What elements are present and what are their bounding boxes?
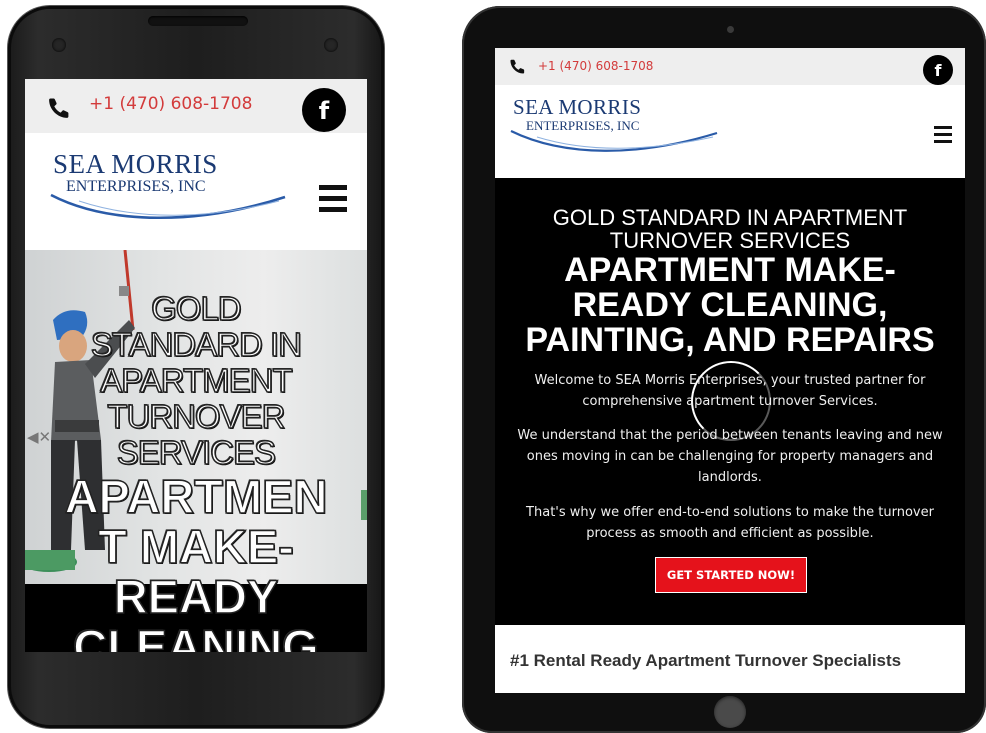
- tablet-home-button[interactable]: [714, 696, 746, 728]
- mobile-top-bar: +1 (470) 608-1708 f: [25, 79, 367, 133]
- tablet-top-bar: +1 (470) 608-1708 f: [495, 48, 965, 85]
- hero-main-line: CLEANING: [73, 620, 320, 652]
- hero-sub-line: STANDARD IN: [90, 326, 303, 364]
- tablet-hero: GOLD STANDARD IN APARTMENT TURNOVER SERV…: [495, 178, 965, 625]
- phone-camera: [52, 38, 66, 52]
- facebook-icon[interactable]: f: [923, 55, 953, 85]
- section-title: #1 Rental Ready Apartment Turnover Speci…: [510, 651, 902, 670]
- hero-paragraph: That's why we offer end-to-end solutions…: [526, 505, 934, 541]
- tablet-camera: [727, 26, 734, 33]
- phone-sensor: [324, 38, 338, 52]
- hero-sub-line: SERVICES: [116, 434, 277, 472]
- hero-main-line: APARTMEN: [64, 470, 328, 523]
- phone-mockup: +1 (470) 608-1708 f SEA MORRIS ENTERPRIS…: [8, 6, 384, 728]
- hero-title: APARTMENT MAKE-READY CLEANING, PAINTING,…: [525, 251, 935, 359]
- phone-icon[interactable]: [509, 58, 526, 75]
- hero-main-line: READY: [113, 570, 279, 623]
- mobile-hero-title: APARTMEN T MAKE- READY CLEANING: [25, 470, 367, 652]
- mobile-hero-heading: GOLD STANDARD IN APARTMENT TURNOVER SERV…: [25, 290, 367, 652]
- phone-number-link[interactable]: +1 (470) 608-1708: [538, 59, 653, 73]
- logo-title: SEA MORRIS: [53, 149, 218, 179]
- hero-subtitle: GOLD STANDARD IN APARTMENT TURNOVER SERV…: [552, 205, 908, 253]
- hero-sub-line: APARTMENT: [100, 362, 294, 400]
- logo-title: SEA MORRIS: [513, 95, 642, 119]
- tablet-header: SEA MORRIS ENTERPRISES, INC: [495, 85, 965, 178]
- phone-screen: +1 (470) 608-1708 f SEA MORRIS ENTERPRIS…: [25, 79, 367, 652]
- mobile-hero-subtitle: GOLD STANDARD IN APARTMENT TURNOVER SERV…: [25, 290, 367, 472]
- hamburger-menu-icon[interactable]: [934, 126, 952, 143]
- phone-icon[interactable]: [47, 96, 71, 120]
- phone-speaker: [148, 16, 248, 26]
- logo-swoosh: [510, 130, 718, 152]
- facebook-icon[interactable]: f: [302, 88, 346, 132]
- tablet-mockup: +1 (470) 608-1708 f SEA MORRIS ENTERPRIS…: [462, 6, 986, 733]
- hero-main-line: T MAKE-: [97, 520, 294, 573]
- hamburger-menu-icon[interactable]: [319, 185, 347, 212]
- hero-sub-line: TURNOVER: [107, 398, 287, 436]
- specialists-section: #1 Rental Ready Apartment Turnover Speci…: [495, 625, 965, 693]
- get-started-button[interactable]: GET STARTED NOW!: [655, 557, 807, 593]
- phone-number-link[interactable]: +1 (470) 608-1708: [89, 94, 252, 114]
- hero-paragraph: We understand that the period between te…: [517, 428, 943, 485]
- logo-swoosh: [50, 193, 286, 220]
- tablet-screen: +1 (470) 608-1708 f SEA MORRIS ENTERPRIS…: [495, 48, 965, 693]
- hero-paragraph: Welcome to SEA Morris Enterprises, your …: [534, 373, 926, 409]
- mobile-header: SEA MORRIS ENTERPRISES, INC: [25, 133, 367, 250]
- hero-sub-line: GOLD: [150, 290, 242, 328]
